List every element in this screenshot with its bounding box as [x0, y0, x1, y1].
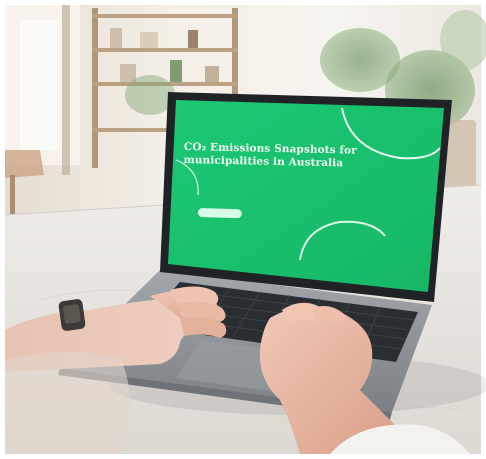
- photo-frame: CO₂ Emissions Snapshots for municipaliti…: [0, 0, 486, 459]
- laptop-photo: [0, 0, 486, 459]
